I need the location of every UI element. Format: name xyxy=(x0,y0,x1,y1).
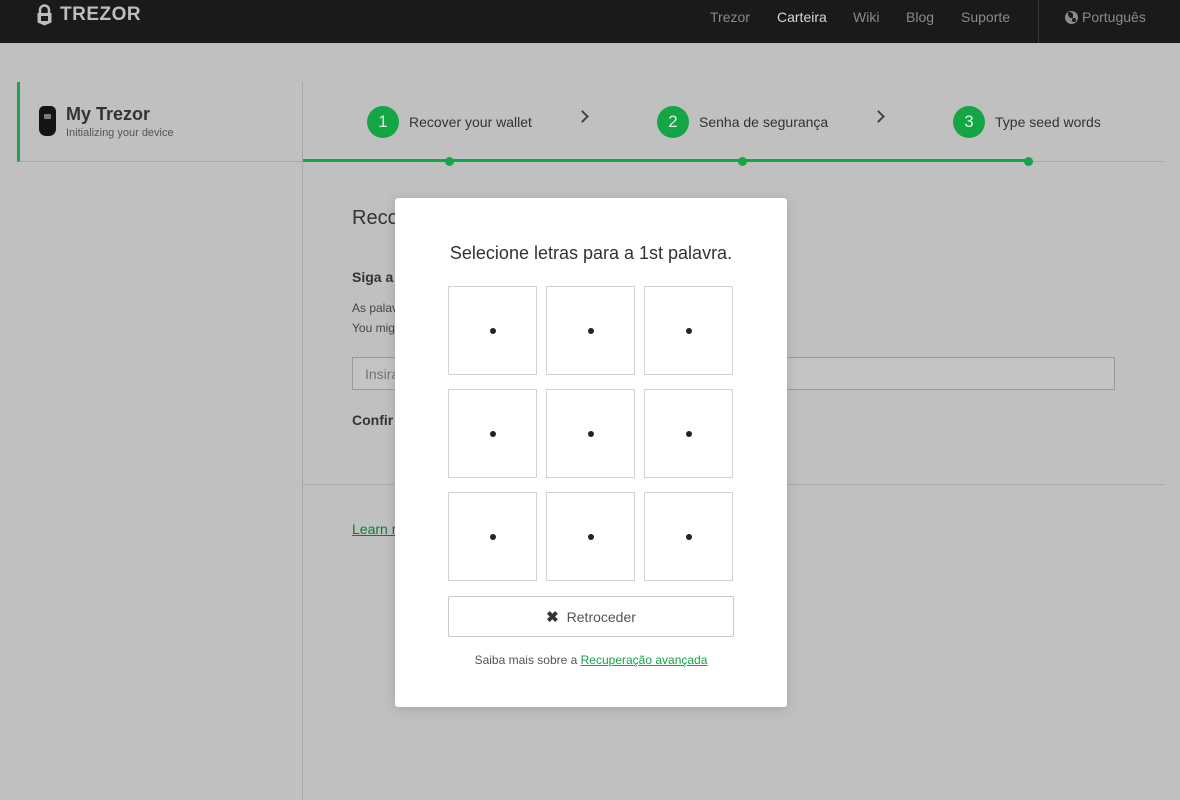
device-status: Initializing your device xyxy=(66,127,174,139)
keypad-button[interactable] xyxy=(448,286,537,375)
step-3: 3 Type seed words xyxy=(953,106,1101,138)
trezor-lock-icon xyxy=(37,4,52,26)
step-label: Recover your wallet xyxy=(409,114,532,130)
chevron-right-icon xyxy=(872,110,885,123)
nav-link-trezor[interactable]: Trezor xyxy=(710,9,750,25)
keypad-button[interactable] xyxy=(644,389,733,478)
steps-bar: 1 Recover your wallet 2 Senha de seguran… xyxy=(303,82,1164,162)
step-1: 1 Recover your wallet xyxy=(367,106,532,138)
help-text: Saiba mais sobre a Recuperação avançada xyxy=(395,653,787,667)
back-button-label: Retroceder xyxy=(566,608,636,625)
language-selector[interactable]: Português xyxy=(1065,9,1146,25)
globe-icon xyxy=(1065,10,1078,24)
steps-progress-line xyxy=(303,159,1032,162)
keypad-button[interactable] xyxy=(644,286,733,375)
progress-dot xyxy=(1024,157,1033,166)
back-button[interactable]: ✖ Retroceder xyxy=(448,596,734,637)
help-prefix: Saiba mais sobre a xyxy=(474,653,581,667)
step-number: 1 xyxy=(367,106,399,138)
keypad-button[interactable] xyxy=(546,492,635,581)
modal-title: Selecione letras para a 1st palavra. xyxy=(449,243,733,263)
progress-dot xyxy=(738,157,747,166)
keypad-button[interactable] xyxy=(448,389,537,478)
confirm-heading: Confir xyxy=(352,412,394,428)
instruction-text: As palav xyxy=(352,301,399,315)
keypad-button[interactable] xyxy=(448,492,537,581)
nav-link-blog[interactable]: Blog xyxy=(906,9,934,25)
close-icon: ✖ xyxy=(546,608,559,626)
step-number: 2 xyxy=(657,106,689,138)
trezor-logo[interactable]: TREZOR xyxy=(36,4,141,26)
language-label: Português xyxy=(1082,9,1146,25)
section-heading: Siga a xyxy=(352,269,394,285)
keypad-button[interactable] xyxy=(546,286,635,375)
progress-dot xyxy=(445,157,454,166)
page-title: Reco xyxy=(352,207,399,229)
top-nav-bar: TREZOR Trezor Carteira Wiki Blog Suporte… xyxy=(0,0,1180,43)
sidebar: My Trezor Initializing your device xyxy=(17,82,303,800)
device-name: My Trezor xyxy=(66,104,151,124)
keypad-button[interactable] xyxy=(644,492,733,581)
letter-select-modal: Selecione letras para a 1st palavra. ✖ R… xyxy=(395,198,787,707)
nav-divider xyxy=(1038,0,1039,43)
device-card[interactable]: My Trezor Initializing your device xyxy=(17,82,303,162)
chevron-right-icon xyxy=(576,110,589,123)
brand-name: TREZOR xyxy=(60,4,142,25)
advanced-recovery-link[interactable]: Recuperação avançada xyxy=(581,653,708,667)
step-2: 2 Senha de segurança xyxy=(657,106,828,138)
step-label: Senha de segurança xyxy=(699,114,829,130)
nav-link-carteira[interactable]: Carteira xyxy=(777,9,827,25)
trezor-device-icon xyxy=(39,106,56,136)
nav-link-suporte[interactable]: Suporte xyxy=(961,9,1010,25)
keypad-button[interactable] xyxy=(546,389,635,478)
nav-link-wiki[interactable]: Wiki xyxy=(853,9,879,25)
instruction-text: You mig xyxy=(352,321,395,335)
step-number: 3 xyxy=(953,106,985,138)
step-label: Type seed words xyxy=(995,114,1101,130)
